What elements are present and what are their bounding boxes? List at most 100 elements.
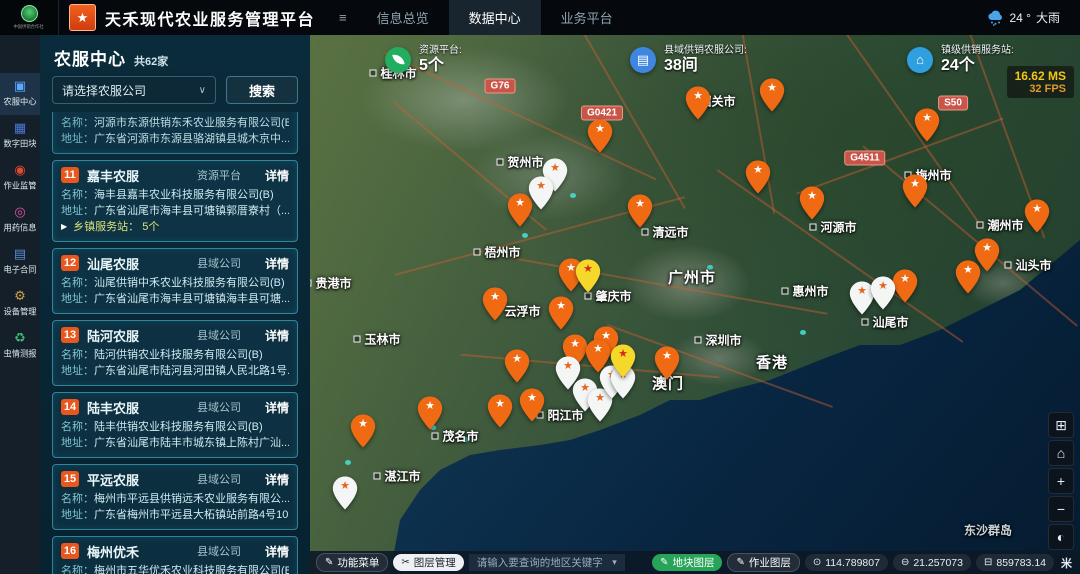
map-marker-yellow[interactable]: ★: [575, 259, 601, 293]
divider: [58, 0, 59, 35]
marker-star-icon: ★: [974, 241, 1000, 255]
city-label-梧州市: 梧州市: [473, 244, 520, 261]
map-control-zoom-out[interactable]: −: [1048, 496, 1074, 522]
function-menu-button[interactable]: ✎ 功能菜单: [316, 553, 388, 572]
marker-star-icon: ★: [685, 89, 711, 103]
top-header: 中国供销合作社 ★ 天禾现代农业服务管理平台 ≡ 信息总览数据中心业务平台 24…: [0, 0, 1080, 35]
parcel-layer-button[interactable]: ✎ 地块图层: [652, 554, 722, 571]
company-card[interactable]: 12汕尾农服县域公司详情名称：汕尾供销中禾农业科技服务有限公司(B)地址：广东省…: [52, 248, 298, 314]
map-control-zoom-in[interactable]: +: [1048, 468, 1074, 494]
map-marker-orange[interactable]: ★: [914, 108, 940, 142]
company-card-header: 11嘉丰农服资源平台详情: [61, 166, 289, 184]
map-marker-orange[interactable]: ★: [350, 414, 376, 448]
map-control-home[interactable]: ⌂: [1048, 440, 1074, 466]
map-marker-orange[interactable]: ★: [955, 260, 981, 294]
map-marker-orange[interactable]: ★: [504, 349, 530, 383]
company-detail-link[interactable]: 详情: [265, 399, 289, 416]
map-control-fullscreen[interactable]: ⊞: [1048, 412, 1074, 438]
nav-item-业务平台[interactable]: 业务平台: [541, 0, 633, 35]
map-marker-orange[interactable]: ★: [745, 160, 771, 194]
sidebar-item-虫情测报[interactable]: ♻虫情测报: [0, 325, 40, 367]
map-marker-orange[interactable]: ★: [487, 394, 513, 428]
marker-star-icon: ★: [914, 111, 940, 125]
sidebar-item-作业监管[interactable]: ◉作业监管: [0, 157, 40, 199]
map[interactable]: 16.62 MS 32 FPS 桂林市贺州市韶关市梅州市河源市潮州市汕头市清远市…: [310, 35, 1080, 574]
menu-icon[interactable]: ≡: [339, 10, 347, 25]
company-detail-link[interactable]: 详情: [265, 543, 289, 560]
sidebar-item-电子合同[interactable]: ▤电子合同: [0, 241, 40, 283]
company-index-badge: 16: [61, 543, 79, 559]
company-card[interactable]: 14陆丰农服县域公司详情名称：陆丰供销农业科技服务有限公司(B)地址：广东省汕尾…: [52, 392, 298, 458]
city-label-惠州市: 惠州市: [781, 283, 828, 300]
company-detail-link[interactable]: 详情: [265, 327, 289, 344]
work-layer-button[interactable]: ✎ 作业图层: [727, 553, 799, 572]
company-card[interactable]: 15平远农服县域公司详情名称：梅州市平远县供销远禾农业服务有限公...地址：广东…: [52, 464, 298, 530]
marker-star-icon: ★: [555, 359, 581, 373]
company-title: 嘉丰农服: [87, 166, 139, 185]
medicine-icon: ◎: [14, 205, 25, 219]
company-field-row: 地址：广东省汕尾市陆丰市城东镇上陈村广汕...: [61, 435, 289, 451]
sidebar-item-label: 电子合同: [3, 264, 36, 276]
stat-texts: 县域供销农服公司:38间: [664, 45, 747, 75]
map-marker-white[interactable]: ★: [528, 176, 554, 210]
building-icon: ▣: [14, 79, 26, 93]
city-label-广州市: 广州市: [668, 267, 716, 288]
field-addr-label: 地址：: [61, 291, 94, 307]
map-marker-orange[interactable]: ★: [759, 78, 785, 112]
company-card[interactable]: 10河源农服县域公司详情名称：河源市东源供销东禾农业服务有限公司(B)地址：广东…: [52, 112, 298, 154]
nav-item-信息总览[interactable]: 信息总览: [357, 0, 449, 35]
field-name-label: 名称：: [61, 115, 94, 131]
company-detail-link[interactable]: 详情: [265, 471, 289, 488]
map-marker-orange[interactable]: ★: [1024, 199, 1050, 233]
township-stations-row[interactable]: ▶乡镇服务站： 5个: [61, 219, 289, 235]
company-name: 汕尾供销中禾农业科技服务有限公司(B): [94, 275, 285, 291]
map-control-globe[interactable]: ◐: [1048, 524, 1074, 550]
company-detail-link[interactable]: 详情: [265, 255, 289, 272]
company-detail-link[interactable]: 详情: [265, 167, 289, 184]
city-label-汕头市: 汕头市: [1004, 257, 1051, 274]
sidebar-item-数字田块[interactable]: ▦数字田块: [0, 115, 40, 157]
map-marker-orange[interactable]: ★: [685, 86, 711, 120]
company-card-header: 12汕尾农服县域公司详情: [61, 254, 289, 272]
company-card[interactable]: 11嘉丰农服资源平台详情名称：海丰县嘉丰农业科技服务有限公司(B)地址：广东省汕…: [52, 160, 298, 242]
layer-manage-button[interactable]: ✂ 图层管理: [393, 554, 463, 571]
city-label-茂名市: 茂名市: [431, 428, 478, 445]
map-marker-white[interactable]: ★: [870, 276, 896, 310]
work-layer-label: 作业图层: [749, 555, 791, 570]
company-address: 广东省河源市东源县骆湖镇县城木京中...: [94, 131, 289, 147]
township-stations-value: 5个: [139, 219, 159, 235]
map-marker-white[interactable]: ★: [332, 476, 358, 510]
map-marker-orange[interactable]: ★: [519, 388, 545, 422]
marker-star-icon: ★: [870, 279, 896, 293]
city-label-玉林市: 玉林市: [353, 331, 400, 348]
sidebar-item-农服中心[interactable]: ▣农服中心: [0, 73, 40, 115]
map-marker-yellow[interactable]: ★: [610, 344, 636, 378]
map-marker-orange[interactable]: ★: [902, 174, 928, 208]
location-pin-icon: ◉: [14, 163, 25, 177]
company-select[interactable]: 请选择农服公司 ∨: [52, 76, 216, 104]
sidebar-item-设备管理[interactable]: ⚙设备管理: [0, 283, 40, 325]
marker-star-icon: ★: [487, 397, 513, 411]
star-icon: ★: [77, 11, 89, 24]
region-search-input[interactable]: 请输入要查询的地区关键字 ▾: [469, 554, 625, 571]
field-addr-label: 地址：: [61, 363, 94, 379]
sidebar-item-用药信息[interactable]: ◎用药信息: [0, 199, 40, 241]
map-marker-orange[interactable]: ★: [799, 186, 825, 220]
company-card[interactable]: 16梅州优禾县域公司详情名称：梅州市五华优禾农业科技服务有限公司(B)地址：广东…: [52, 536, 298, 574]
map-marker-orange[interactable]: ★: [587, 119, 613, 153]
city-label-香港: 香港: [756, 352, 788, 373]
pencil-icon: ✎: [736, 557, 744, 568]
company-field-row: 地址：广东省汕尾市海丰县可塘镇海丰县可塘...: [61, 291, 289, 307]
company-card[interactable]: 13陆河农服县域公司详情名称：陆河供销农业科技服务有限公司(B)地址：广东省汕尾…: [52, 320, 298, 386]
map-marker-orange[interactable]: ★: [654, 346, 680, 380]
marker-star-icon: ★: [799, 189, 825, 203]
map-marker-orange[interactable]: ★: [482, 287, 508, 321]
map-marker-orange[interactable]: ★: [548, 296, 574, 330]
map-marker-orange[interactable]: ★: [627, 194, 653, 228]
nav-item-数据中心[interactable]: 数据中心: [449, 0, 541, 35]
map-marker-orange[interactable]: ★: [417, 396, 443, 430]
marker-star-icon: ★: [902, 177, 928, 191]
weather-condition: 大雨: [1036, 9, 1060, 26]
search-button[interactable]: 搜索: [226, 76, 298, 104]
water-dot: [570, 193, 576, 198]
